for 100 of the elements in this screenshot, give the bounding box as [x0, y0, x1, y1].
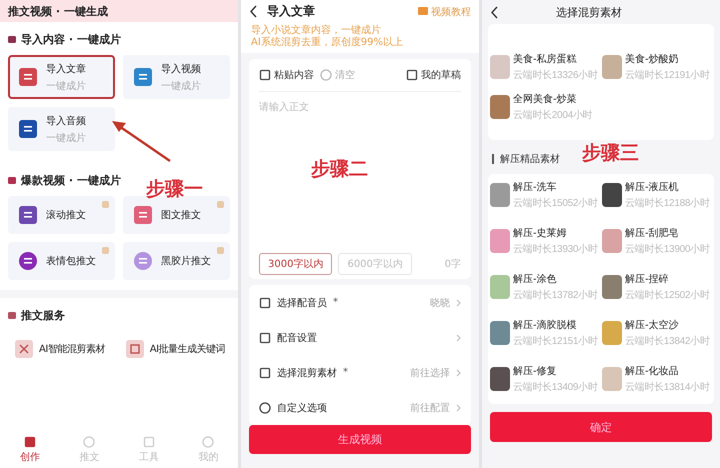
material-duration: 云端时长13782小时 [513, 288, 598, 302]
settings-row[interactable]: 选择配音员 * 晓晓 [259, 285, 461, 320]
material-name: 解压-化妆品 [625, 364, 680, 378]
notice-text: 导入小说文章内容，一键成片 [251, 25, 382, 36]
word-count: 0字 [444, 258, 461, 271]
chevron-right-icon [456, 298, 461, 306]
material-name: 解压-刮肥皂 [625, 226, 680, 240]
template-card[interactable]: 黑胶片推文 [123, 242, 230, 280]
required-mark: * [343, 367, 348, 378]
notice-text: AI系统混剪去重，原创度99%以上 [251, 37, 404, 50]
clear-circle-icon [320, 69, 332, 82]
card-subtitle: 一键成片 [161, 80, 201, 92]
toolbar-button[interactable]: 粘贴内容 [259, 68, 314, 82]
material-name: 解压-修复 [513, 365, 558, 378]
chevron-right-icon [456, 334, 461, 342]
photo-placeholder [490, 367, 510, 391]
material-item[interactable]: 解压-洗车 云端时长15052小时 [490, 180, 600, 210]
settings-row[interactable]: 配音设置 [259, 320, 461, 355]
section-title: 推文服务 [21, 308, 65, 323]
photo-placeholder [490, 229, 510, 253]
material-name: 解压-滴胶脱模 [513, 318, 578, 332]
material-duration: 云端时长13900小时 [625, 242, 710, 256]
settings-row[interactable]: 自定义选项 前往配置 [259, 390, 461, 425]
template-card[interactable]: 滚动推文 [8, 196, 115, 234]
import-card[interactable]: 导入视频 一键成片 [123, 55, 230, 99]
import-card[interactable]: 导入音频 一键成片 [8, 107, 115, 151]
import-card[interactable]: 导入文章 一键成片 [8, 55, 115, 99]
material-item[interactable]: 解压-捏碎 云端时长12502小时 [602, 272, 712, 302]
card-title: 黑胶片推文 [161, 254, 211, 268]
material-duration: 云端时长13409小时 [513, 380, 598, 394]
length-option[interactable]: 3000字以内 [259, 253, 332, 275]
photo-placeholder [490, 321, 510, 345]
card-title: AI批量生成关键词 [150, 342, 226, 356]
material-item[interactable]: 解压-史莱姆 云端时长13930小时 [490, 226, 600, 256]
nav-tab[interactable]: 创作 [20, 436, 40, 464]
row-label: 选择混剪素材 [277, 366, 337, 380]
material-name: 美食-炒酸奶 [625, 52, 680, 66]
material-item[interactable]: 解压-太空沙 云端时长13842小时 [602, 318, 712, 348]
step-label: 步骤二 [311, 157, 368, 182]
material-duration: 云端时长2004小时 [513, 108, 592, 122]
section-icon [8, 312, 16, 319]
material-item[interactable]: 解压-化妆品 云端时长13814小时 [602, 364, 712, 394]
row-label: 自定义选项 [277, 402, 327, 414]
back-icon[interactable] [249, 5, 257, 18]
material-duration: 云端时长12191小时 [625, 68, 710, 82]
back-icon[interactable] [490, 6, 498, 18]
photo-placeholder [602, 275, 622, 299]
photo-placeholder [602, 367, 622, 391]
material-duration: 云端时长15052小时 [513, 196, 598, 210]
material-name: 美食-私房蛋糕 [513, 52, 578, 66]
material-item[interactable]: 美食-私房蛋糕 云端时长13326小时 [490, 52, 600, 82]
group-title: 解压精品素材 [500, 152, 560, 166]
badge-icon [217, 247, 224, 254]
material-item[interactable]: 解压-滴胶脱模 云端时长12151小时 [490, 318, 600, 348]
template-card[interactable]: 表情包推文 [8, 242, 115, 280]
section-icon [8, 36, 16, 43]
material-duration: 云端时长13326小时 [513, 68, 598, 82]
card-title: 导入文章 [46, 62, 86, 76]
settings-row[interactable]: 选择混剪素材 * 前往选择 [259, 355, 461, 390]
material-item[interactable]: 解压-涂色 云端时长13782小时 [490, 272, 600, 302]
photo-placeholder [602, 229, 622, 253]
material-duration: 云端时长13814小时 [625, 380, 710, 394]
card-title: 导入视频 [161, 62, 201, 76]
photo-placeholder [602, 321, 622, 345]
photo-placeholder [602, 55, 622, 79]
material-name: 解压-液压机 [625, 180, 680, 194]
page-header: 推文视频 · 一键生成 [0, 0, 238, 22]
material-duration: 云端时长12188小时 [625, 196, 710, 210]
chevron-right-icon [456, 368, 461, 376]
card-title: 滚动推文 [46, 208, 86, 222]
card-title: AI智能混剪素材 [39, 342, 105, 356]
page-title: 导入文章 [267, 3, 315, 20]
section-title: 导入内容 · 一键成片 [21, 32, 121, 47]
material-name: 解压-史莱姆 [513, 226, 568, 240]
badge-icon [102, 247, 109, 254]
card-title: 图文推文 [161, 208, 201, 222]
scissors-icon [14, 339, 34, 359]
step-label: 步骤三 [582, 141, 639, 166]
row-value: 前往选择 [410, 366, 450, 380]
badge-icon [217, 201, 224, 208]
badge-icon [102, 201, 109, 208]
row-label: 选择配音员 [277, 296, 327, 310]
row-value: 前往配置 [410, 402, 450, 414]
material-name: 解压-捏碎 [625, 272, 670, 286]
material-item[interactable]: 解压-刮肥皂 云端时长13900小时 [602, 226, 712, 256]
material-name: 全网美食-炒菜 [513, 92, 578, 106]
material-item[interactable]: 全网美食-炒菜 云端时长2004小时 [490, 92, 600, 122]
material-item[interactable]: 解压-修复 云端时长13409小时 [490, 364, 600, 394]
material-duration: 云端时长13930小时 [513, 242, 598, 256]
material-item[interactable]: 解压-液压机 云端时长12188小时 [602, 180, 712, 210]
keyword-icon [124, 339, 145, 359]
material-name: 解压-太空沙 [625, 318, 680, 332]
material-duration: 云端时长13842小时 [625, 334, 710, 348]
section-title: 爆款视频 · 一键成片 [21, 173, 121, 188]
required-mark: * [333, 297, 338, 308]
row-value: 晓晓 [430, 296, 450, 310]
toolbar-button[interactable]: 我的草稿 [406, 68, 461, 82]
card-title: 表情包推文 [46, 254, 96, 268]
card-subtitle: 一键成片 [46, 132, 86, 144]
material-item[interactable]: 美食-炒酸奶 云端时长12191小时 [602, 52, 712, 82]
